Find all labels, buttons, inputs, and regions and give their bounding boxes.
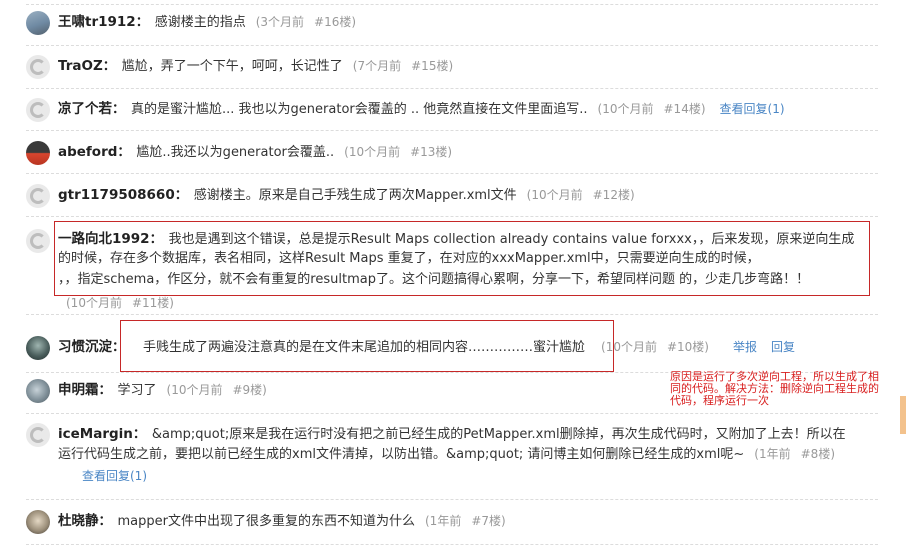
comment-time: (10个月前 [526, 188, 583, 202]
comment-time: (10个月前 [66, 296, 122, 310]
username-link[interactable]: 习惯沉淀 [58, 339, 112, 355]
divider [26, 216, 878, 217]
avatar-default-icon[interactable] [26, 184, 50, 208]
divider [26, 314, 878, 315]
comment-text: 学习了 [117, 383, 157, 398]
comment-time: (1年前 [754, 447, 791, 461]
comment-line: 杜晓静： mapper文件中出现了很多重复的东西不知道为什么 (1年前 #7楼) [58, 511, 506, 532]
floor-number: #9楼) [232, 383, 267, 397]
comment-time: (10个月前 [597, 102, 654, 116]
username-link[interactable]: 申明霜 [58, 382, 99, 398]
comment-time: (10个月前 [166, 383, 223, 397]
username-link[interactable]: 杜晓静 [58, 513, 99, 529]
comment-text-line-1: &amp;quot;原来是我在运行时没有把之前已经生成的PetMapper.xm… [151, 427, 846, 442]
divider [26, 4, 878, 5]
floor-number: #16楼) [314, 15, 357, 29]
username-link[interactable]: abeford [58, 144, 117, 160]
divider [26, 130, 878, 131]
divider [26, 413, 878, 414]
avatar-default-icon[interactable] [26, 423, 50, 447]
separator: ： [174, 188, 188, 203]
divider [26, 88, 878, 89]
username-link[interactable]: iceMargin [58, 426, 133, 442]
username-link[interactable]: TraOZ [58, 58, 103, 74]
comment-line: gtr1179508660： 感谢楼主。原来是自己手残生成了两次Mapper.xm… [58, 185, 635, 206]
floor-number: #13楼) [410, 145, 453, 159]
comment-meta: (10个月前 #11楼) [66, 293, 174, 314]
floor-number: #8楼) [800, 447, 835, 461]
divider [26, 45, 878, 46]
highlight-box [120, 320, 614, 372]
comment-meta: 查看回复(1) [82, 466, 147, 487]
comment-time: (7个月前 [352, 59, 402, 73]
separator: ： [98, 383, 112, 398]
divider [26, 173, 878, 174]
comment-text: 感谢楼主。原来是自己手残生成了两次Mapper.xml文件 [193, 188, 517, 203]
comment-text-line-2: 运行代码生成之前，要把以前已经生成的xml文件清掉，以防出错。&amp;quot… [58, 447, 745, 462]
comment-line: TraOZ： 尴尬，弄了一个下午，呵呵，长记性了 (7个月前 #15楼) [58, 56, 453, 77]
view-replies-link[interactable]: 查看回复(1) [720, 102, 785, 116]
avatar[interactable] [26, 379, 50, 403]
comment-time: (10个月前 [344, 145, 401, 159]
side-tab-edge [900, 396, 906, 434]
highlight-box [54, 221, 870, 296]
separator: ： [135, 15, 149, 30]
comment-list: 王啸tr1912： 感谢楼主的指点 (3个月前 #16楼) TraOZ： 尴尬，弄了一个… [0, 0, 906, 552]
floor-number: #10楼) [666, 340, 709, 354]
username-link[interactable]: 王啸tr1912 [58, 14, 136, 30]
avatar-default-icon[interactable] [26, 229, 50, 253]
comment-time: (1年前 [425, 514, 462, 528]
floor-number: #14楼) [663, 102, 706, 116]
comment-line: abeford： 尴尬..我还以为generator会覆盖.. (10个月前 #13楼… [58, 142, 452, 163]
avatar-default-icon[interactable] [26, 55, 50, 79]
divider [26, 544, 878, 545]
avatar[interactable] [26, 336, 50, 360]
username-link[interactable]: gtr1179508660 [58, 187, 175, 203]
floor-number: #12楼) [592, 188, 635, 202]
view-replies-link[interactable]: 查看回复(1) [82, 469, 147, 483]
floor-number: #15楼) [411, 59, 454, 73]
comment-text: 尴尬..我还以为generator会覆盖.. [136, 145, 335, 160]
annotation-note: 原因是运行了多次逆向工程，所以生成了相 同的代码。解决方法：删除逆向工程生成的 … [670, 371, 902, 407]
comment-time: (3个月前 [255, 15, 305, 29]
avatar[interactable] [26, 141, 50, 165]
comment-line: iceMargin： &amp;quot;原来是我在运行时没有把之前已经生成的Pe… [58, 424, 846, 445]
comment-text: 真的是蜜汁尴尬... 我也以为generator会覆盖的 .. 他竟然直接在文件… [131, 102, 588, 117]
comment-line: 王啸tr1912： 感谢楼主的指点 (3个月前 #16楼) [58, 12, 356, 33]
comment-line: 申明霜： 学习了 (10个月前 #9楼) [58, 380, 267, 401]
divider [26, 499, 878, 500]
separator: ： [102, 59, 116, 74]
avatar-default-icon[interactable] [26, 98, 50, 122]
comment-text: 尴尬，弄了一个下午，呵呵，长记性了 [121, 59, 343, 74]
floor-number: #7楼) [471, 514, 506, 528]
separator: ： [117, 145, 131, 160]
avatar[interactable] [26, 11, 50, 35]
comment-text: 感谢楼主的指点 [154, 15, 246, 30]
reply-button[interactable]: 回复 [771, 340, 795, 354]
separator: ： [98, 514, 112, 529]
floor-number: #11楼) [131, 296, 174, 310]
separator: ： [132, 427, 146, 442]
username-link[interactable]: 凉了个若 [58, 101, 112, 117]
separator: ： [112, 102, 126, 117]
comment-text: mapper文件中出现了很多重复的东西不知道为什么 [117, 514, 415, 529]
annotation-line-3: 代码，程序运行一次 [670, 394, 769, 407]
avatar[interactable] [26, 510, 50, 534]
comment-line: 运行代码生成之前，要把以前已经生成的xml文件清掉，以防出错。&amp;quot… [58, 444, 835, 465]
report-button[interactable]: 举报 [733, 340, 757, 354]
comment-line: 凉了个若： 真的是蜜汁尴尬... 我也以为generator会覆盖的 .. 他竟然… [58, 99, 785, 120]
